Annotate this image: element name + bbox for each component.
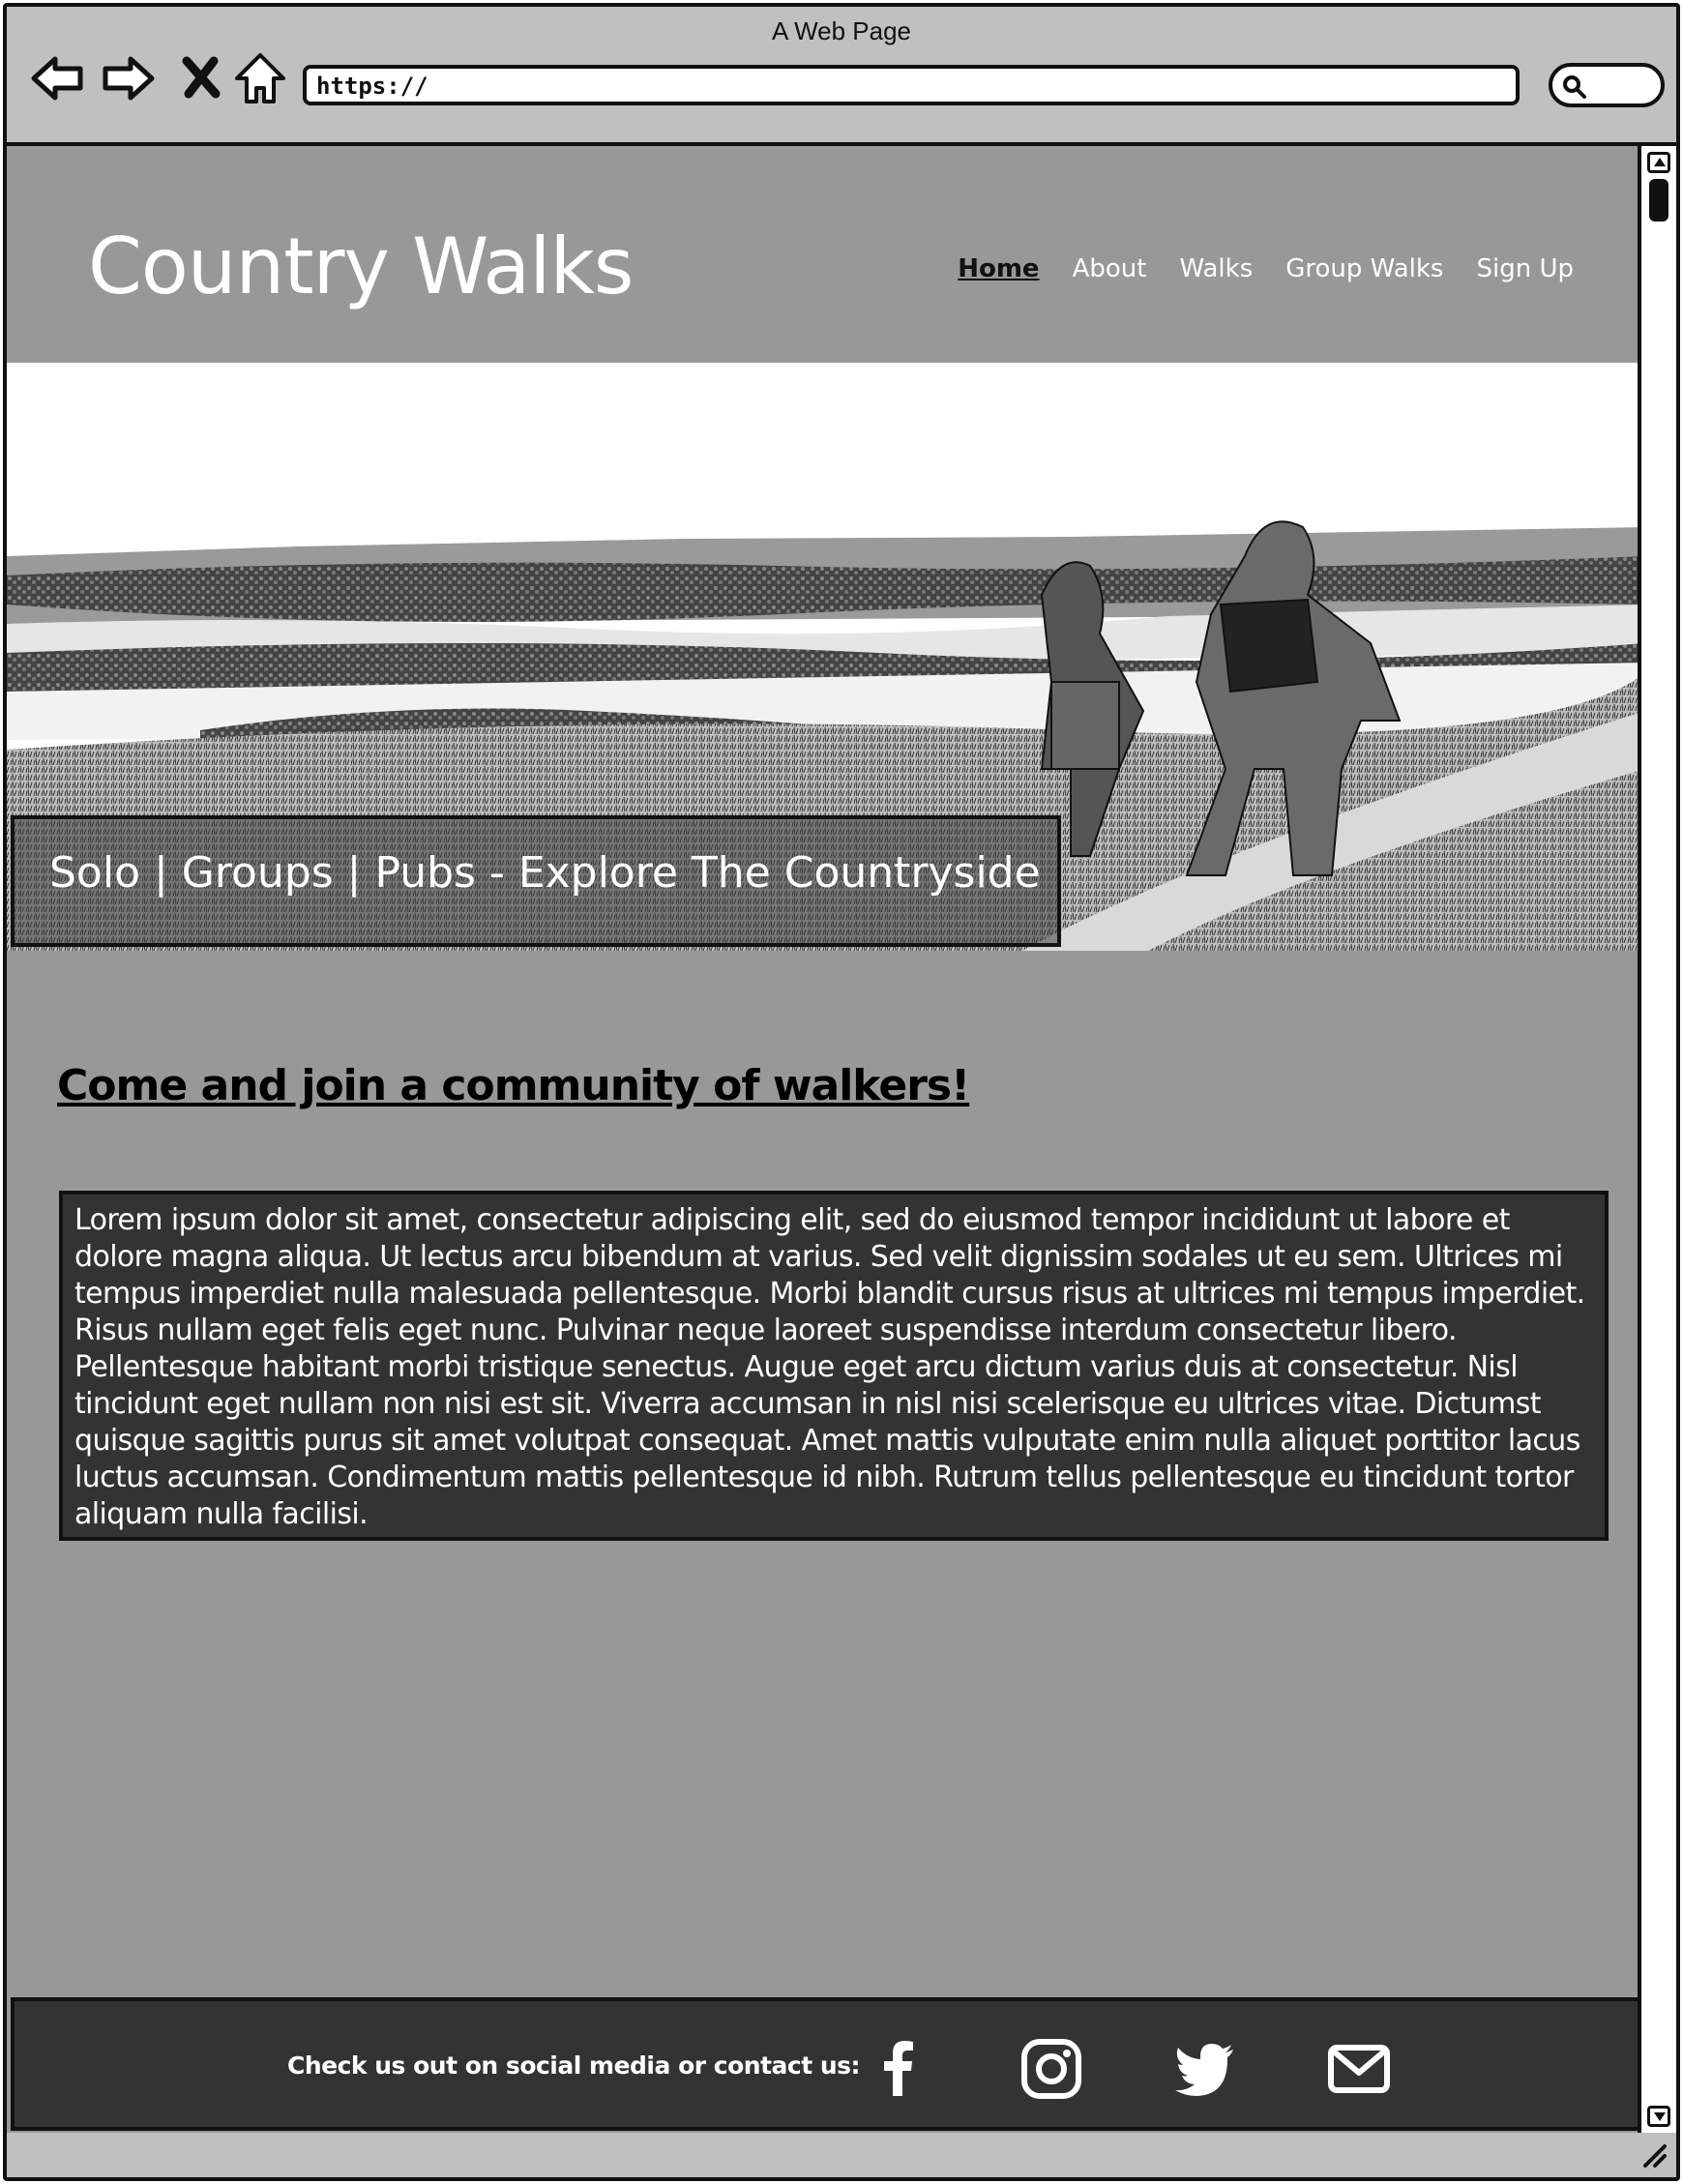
intro-text-box: Lorem ipsum dolor sit amet, consectetur … bbox=[59, 1191, 1609, 1541]
footer-text: Check us out on social media or contact … bbox=[287, 2051, 861, 2080]
home-icon[interactable] bbox=[233, 51, 287, 105]
forward-arrow-icon[interactable] bbox=[102, 51, 156, 105]
instagram-icon[interactable] bbox=[1019, 2036, 1084, 2102]
site-title: Country Walks bbox=[88, 221, 634, 311]
status-bar bbox=[7, 2133, 1676, 2177]
main-nav: Home About Walks Group Walks Sign Up bbox=[958, 254, 1574, 283]
browser-search-input[interactable] bbox=[1549, 63, 1665, 107]
nav-home[interactable]: Home bbox=[958, 254, 1039, 283]
browser-window: A Web Page https:// Country Walks Home A… bbox=[3, 3, 1680, 2181]
page-viewport: Country Walks Home About Walks Group Wal… bbox=[7, 142, 1645, 2137]
hero-banner: Solo | Groups | Pubs - Explore The Count… bbox=[7, 363, 1645, 951]
intro-heading: Come and join a community of walkers! bbox=[57, 1061, 970, 1110]
search-icon bbox=[1563, 75, 1586, 99]
scroll-thumb[interactable] bbox=[1649, 179, 1668, 221]
site-header: Country Walks Home About Walks Group Wal… bbox=[7, 146, 1645, 363]
site-footer: Check us out on social media or contact … bbox=[11, 1997, 1643, 2131]
email-icon[interactable] bbox=[1326, 2036, 1392, 2102]
scroll-down-arrow-icon[interactable] bbox=[1647, 2106, 1670, 2127]
nav-sign-up[interactable]: Sign Up bbox=[1476, 254, 1574, 283]
vertical-scrollbar[interactable] bbox=[1638, 142, 1676, 2137]
nav-walks[interactable]: Walks bbox=[1179, 254, 1253, 283]
hero-caption: Solo | Groups | Pubs - Explore The Count… bbox=[11, 815, 1061, 947]
twitter-icon[interactable] bbox=[1171, 2036, 1237, 2102]
nav-group-walks[interactable]: Group Walks bbox=[1285, 254, 1443, 283]
close-icon[interactable] bbox=[179, 51, 223, 105]
facebook-icon[interactable] bbox=[866, 2036, 931, 2102]
nav-about[interactable]: About bbox=[1073, 254, 1147, 283]
resize-grip-icon[interactable] bbox=[1639, 2140, 1668, 2169]
scroll-up-arrow-icon[interactable] bbox=[1647, 152, 1670, 173]
back-arrow-icon[interactable] bbox=[30, 51, 84, 105]
url-input[interactable]: https:// bbox=[303, 65, 1520, 105]
window-title: A Web Page bbox=[771, 16, 912, 45]
